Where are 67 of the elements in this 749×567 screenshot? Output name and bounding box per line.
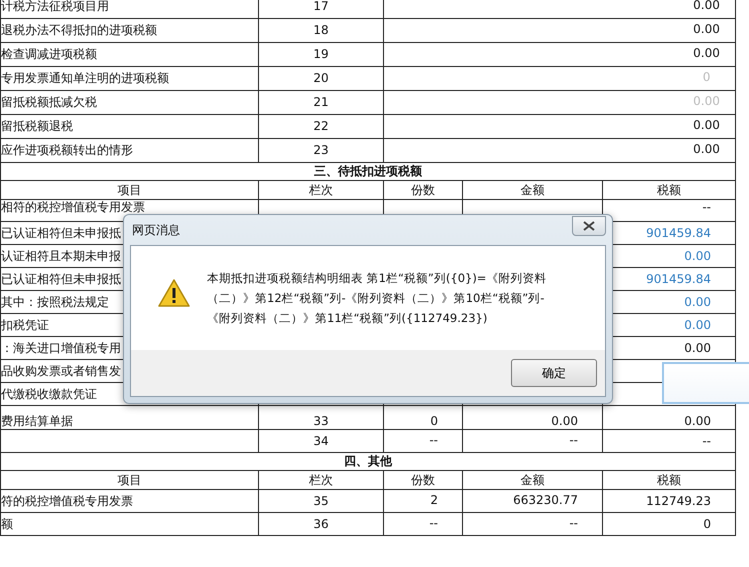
line-number: 23 bbox=[313, 143, 329, 157]
column-header: 项目 bbox=[118, 472, 142, 486]
line-number: 18 bbox=[313, 23, 329, 37]
line-number: 22 bbox=[313, 119, 329, 133]
row-label: 已认证相符但未申报抵 bbox=[2, 226, 121, 240]
line-number: 36 bbox=[313, 516, 329, 530]
line-number: 35 bbox=[313, 494, 329, 508]
amount-value: 0.00 bbox=[551, 414, 578, 428]
warning-icon bbox=[157, 278, 191, 308]
tax-value: -- bbox=[702, 434, 712, 448]
column-header: 栏次 bbox=[309, 182, 333, 196]
tax-value: 901459.84 bbox=[646, 272, 712, 286]
count-value: 0 bbox=[430, 414, 438, 428]
row-label: 退税办法不得抵扣的进项税额 bbox=[2, 23, 157, 37]
row-label: 留抵税额抵减欠税 bbox=[2, 95, 97, 109]
tax-value: 0.00 bbox=[684, 248, 712, 262]
column-header: 税额 bbox=[657, 472, 681, 486]
section-title: 三、待抵扣进项税额 bbox=[314, 164, 422, 178]
amount-value: 663230.77 bbox=[513, 493, 578, 507]
row-label: 其中：按照税法规定 bbox=[2, 294, 109, 308]
column-header: 税额 bbox=[657, 182, 681, 196]
row-label: 应作进项税额转出的情形 bbox=[2, 143, 133, 157]
tax-value: 0.00 bbox=[684, 294, 712, 308]
tax-value: -- bbox=[702, 200, 712, 214]
tax-value: 0.00 bbox=[684, 340, 712, 354]
tax-value: 0.00 bbox=[693, 118, 720, 132]
column-header: 份数 bbox=[411, 182, 435, 196]
dialog-title: 网页消息 bbox=[131, 222, 180, 238]
column-header: 金额 bbox=[520, 472, 544, 486]
row-label: 费用结算单据 bbox=[2, 414, 73, 428]
row-label: 留抵税额退税 bbox=[2, 119, 73, 133]
dialog-message: 本期抵扣进项税额结构明细表 第1栏“税额”列({0})=《附列资料（二）》第12栏“税额”列-《附列资料（二）》第10栏“税额”列-《附列资料（二）》第11栏“税额”列({112749.23}) bbox=[207, 270, 548, 327]
ok-button[interactable]: 确定 bbox=[511, 359, 597, 387]
line-number: 34 bbox=[313, 434, 329, 448]
tax-value: 901459.84 bbox=[646, 226, 712, 240]
count-value: 2 bbox=[430, 493, 438, 507]
column-header: 金额 bbox=[520, 182, 544, 196]
tax-value: 0.00 bbox=[693, 46, 720, 60]
line-number: 33 bbox=[313, 414, 329, 428]
close-button[interactable] bbox=[572, 216, 606, 236]
tax-value: 0 bbox=[702, 70, 710, 84]
row-label: ：海关进口增值税专用 bbox=[2, 340, 121, 354]
line-number: 17 bbox=[313, 0, 329, 13]
amount-value: -- bbox=[569, 516, 578, 530]
line-number: 20 bbox=[313, 71, 329, 85]
count-value: -- bbox=[429, 516, 438, 530]
tax-value: 112749.23 bbox=[646, 494, 712, 508]
tax-value: 0 bbox=[703, 516, 712, 530]
tax-value: 0.00 bbox=[684, 318, 712, 332]
tax-value: 0.00 bbox=[693, 0, 720, 12]
tax-value: 0.00 bbox=[693, 94, 720, 108]
close-icon bbox=[583, 221, 595, 231]
line-number: 19 bbox=[313, 47, 329, 61]
column-header: 项目 bbox=[118, 182, 142, 196]
line-number: 21 bbox=[313, 95, 329, 109]
row-label: 品收购发票或者销售发 bbox=[2, 364, 121, 378]
column-header: 栏次 bbox=[309, 472, 333, 486]
tax-value: 0.00 bbox=[693, 22, 720, 36]
column-header: 份数 bbox=[411, 472, 435, 486]
row-label: 符的税控增值税专用发票 bbox=[2, 494, 133, 508]
count-value: -- bbox=[429, 433, 438, 447]
amount-value: -- bbox=[569, 433, 578, 447]
row-label: 专用发票通知单注明的进项税额 bbox=[2, 71, 169, 85]
tax-value: 0.00 bbox=[684, 414, 712, 428]
row-label: 已认证相符但未申报抵 bbox=[2, 272, 121, 286]
tax-value: 0.00 bbox=[693, 142, 720, 156]
section-title: 四、其他 bbox=[344, 454, 392, 468]
